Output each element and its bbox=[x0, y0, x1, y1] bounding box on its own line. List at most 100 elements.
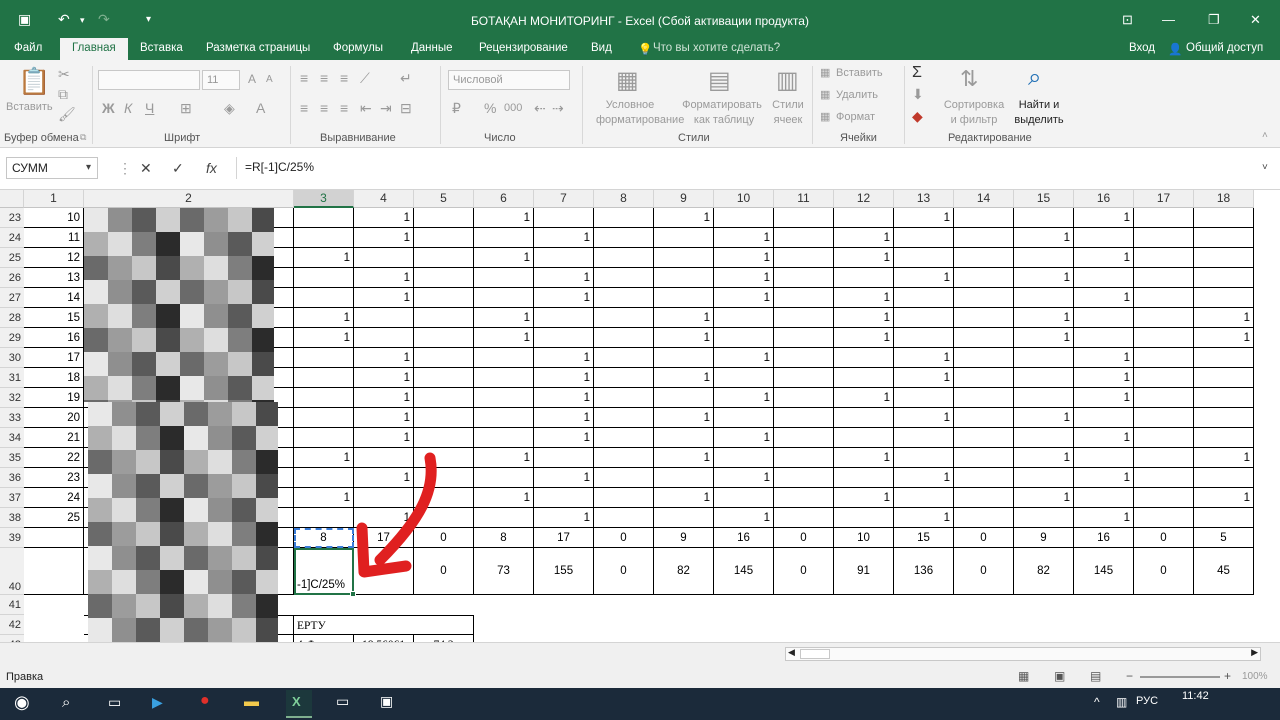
currency-icon[interactable]: ₽ bbox=[452, 100, 461, 117]
cell[interactable] bbox=[1194, 288, 1254, 308]
column-header[interactable]: 17 bbox=[1134, 190, 1194, 208]
align-right-icon[interactable]: ≡ bbox=[340, 100, 348, 116]
cell[interactable]: 0 bbox=[594, 548, 654, 595]
cell[interactable]: 1 bbox=[534, 228, 594, 248]
enter-icon[interactable]: ✓ bbox=[172, 160, 184, 177]
align-center-icon[interactable]: ≡ bbox=[320, 100, 328, 116]
column-header[interactable]: 1 bbox=[24, 190, 84, 208]
cell[interactable] bbox=[474, 468, 534, 488]
cell[interactable]: 16 bbox=[1074, 528, 1134, 548]
cell[interactable] bbox=[414, 348, 474, 368]
cell[interactable]: 1 bbox=[894, 468, 954, 488]
cell[interactable] bbox=[474, 428, 534, 448]
copy-icon[interactable]: ⧉ bbox=[58, 86, 68, 103]
cell[interactable]: 1 bbox=[1074, 208, 1134, 228]
cell[interactable] bbox=[24, 548, 84, 595]
cell[interactable]: 1 bbox=[894, 368, 954, 388]
cell[interactable]: 1 bbox=[1194, 488, 1254, 508]
cell[interactable] bbox=[894, 228, 954, 248]
tab-review[interactable]: Рецензирование bbox=[479, 42, 568, 54]
cell[interactable] bbox=[294, 288, 354, 308]
cell[interactable] bbox=[1194, 368, 1254, 388]
row-header[interactable]: 23 bbox=[0, 208, 24, 228]
cell[interactable] bbox=[654, 508, 714, 528]
cell[interactable]: 0 bbox=[774, 548, 834, 595]
cell[interactable] bbox=[954, 268, 1014, 288]
cell[interactable]: 155 bbox=[534, 548, 594, 595]
conditional-format-label-2[interactable]: форматирование bbox=[596, 113, 684, 127]
cell[interactable] bbox=[294, 408, 354, 428]
merge-icon[interactable]: ⊟ bbox=[400, 100, 412, 117]
cell[interactable]: 1 bbox=[834, 488, 894, 508]
cell[interactable] bbox=[354, 548, 414, 595]
column-header[interactable]: 12 bbox=[834, 190, 894, 208]
cell[interactable]: 1 bbox=[474, 488, 534, 508]
cell[interactable] bbox=[414, 208, 474, 228]
cell[interactable] bbox=[834, 468, 894, 488]
cell[interactable]: 1 bbox=[834, 248, 894, 268]
align-left-icon[interactable]: ≡ bbox=[300, 100, 308, 116]
align-middle-icon[interactable]: ≡ bbox=[320, 70, 328, 86]
clock-time[interactable]: 11:42 bbox=[1182, 690, 1209, 702]
cell[interactable]: 1 bbox=[1014, 488, 1074, 508]
cell[interactable] bbox=[774, 448, 834, 468]
wrap-text-icon[interactable]: ↵ bbox=[400, 70, 412, 87]
cell[interactable] bbox=[654, 288, 714, 308]
cell[interactable]: 1 bbox=[714, 468, 774, 488]
cell[interactable]: 1 bbox=[1074, 288, 1134, 308]
cell[interactable]: 20 bbox=[24, 408, 84, 428]
cell[interactable]: 14 bbox=[24, 288, 84, 308]
cell[interactable]: 0 bbox=[774, 528, 834, 548]
cell[interactable]: 4-Ф bbox=[294, 635, 354, 642]
cell-styles-icon[interactable]: ▥ bbox=[776, 66, 799, 95]
cell[interactable] bbox=[534, 308, 594, 328]
cell[interactable] bbox=[1134, 308, 1194, 328]
tab-home[interactable]: Главная bbox=[60, 38, 128, 60]
cell[interactable] bbox=[354, 448, 414, 468]
cell[interactable]: 1 bbox=[834, 448, 894, 468]
cell[interactable]: 1 bbox=[354, 388, 414, 408]
cell[interactable] bbox=[834, 428, 894, 448]
format-painter-icon[interactable]: 🖌 bbox=[58, 106, 76, 123]
zoom-in-icon[interactable]: + bbox=[1224, 669, 1231, 683]
row-header[interactable]: 40 bbox=[0, 548, 24, 595]
cell[interactable] bbox=[1074, 448, 1134, 468]
cell[interactable] bbox=[954, 428, 1014, 448]
cell[interactable]: 1 bbox=[534, 368, 594, 388]
format-as-table-label-2[interactable]: как таблицу bbox=[682, 113, 766, 127]
scroll-right-icon[interactable]: ▶ bbox=[1251, 647, 1258, 658]
name-box[interactable]: СУММ bbox=[6, 157, 98, 179]
cell[interactable]: 1 bbox=[474, 208, 534, 228]
column-header[interactable]: 2 bbox=[84, 190, 294, 208]
horizontal-scrollbar[interactable]: ◀ ▶ bbox=[785, 647, 1261, 661]
cell[interactable] bbox=[414, 508, 474, 528]
cell-styles-label-1[interactable]: Стили bbox=[768, 98, 808, 112]
cell[interactable]: 1 bbox=[1194, 308, 1254, 328]
cell[interactable] bbox=[1134, 488, 1194, 508]
select-all-corner[interactable] bbox=[0, 190, 24, 208]
cell[interactable]: 1 bbox=[654, 308, 714, 328]
cell[interactable] bbox=[594, 268, 654, 288]
cell[interactable] bbox=[774, 308, 834, 328]
cell[interactable]: 1 bbox=[474, 248, 534, 268]
cell[interactable]: 1 bbox=[1194, 328, 1254, 348]
cell[interactable] bbox=[474, 508, 534, 528]
cell[interactable] bbox=[774, 348, 834, 368]
cell[interactable] bbox=[294, 208, 354, 228]
column-header[interactable]: 15 bbox=[1014, 190, 1074, 208]
start-icon[interactable]: ◉ bbox=[14, 692, 30, 713]
cell[interactable] bbox=[894, 448, 954, 468]
cell[interactable] bbox=[1014, 368, 1074, 388]
cell[interactable]: 1 bbox=[654, 328, 714, 348]
cell[interactable] bbox=[774, 228, 834, 248]
cell[interactable] bbox=[594, 248, 654, 268]
cell[interactable] bbox=[594, 368, 654, 388]
zoom-out-icon[interactable]: − bbox=[1126, 669, 1133, 683]
row-header[interactable]: 24 bbox=[0, 228, 24, 248]
cell[interactable]: 1 bbox=[1014, 408, 1074, 428]
column-header[interactable]: 3 bbox=[294, 190, 354, 208]
cell[interactable] bbox=[294, 508, 354, 528]
font-size-box[interactable]: 11 bbox=[202, 70, 240, 90]
cell[interactable]: 1 bbox=[714, 508, 774, 528]
insert-cells-icon[interactable]: ▦ bbox=[820, 66, 830, 79]
